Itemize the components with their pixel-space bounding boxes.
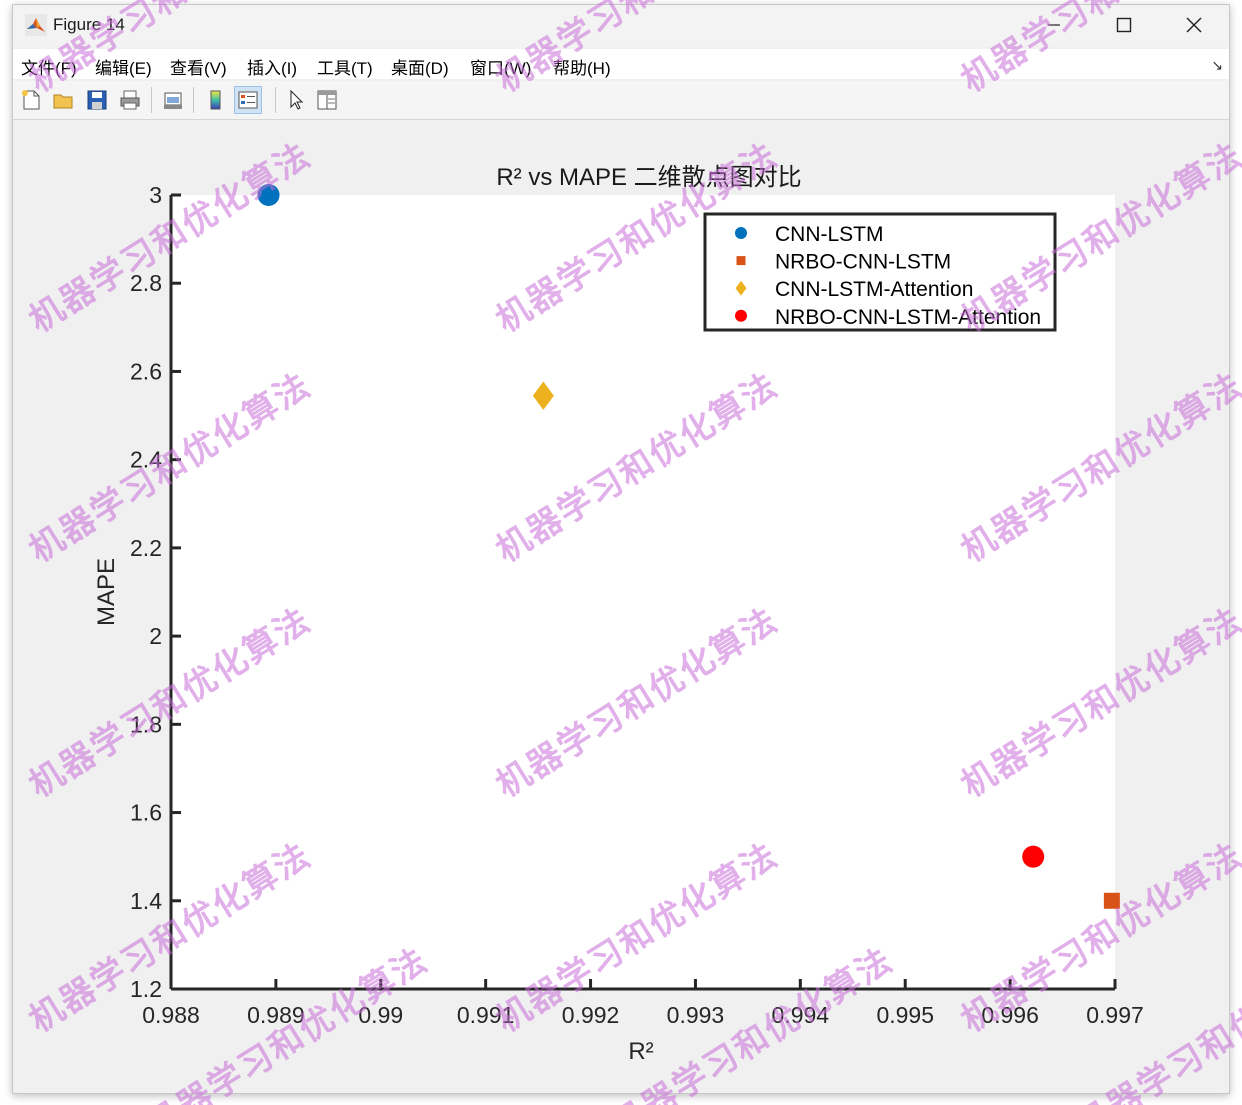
close-button[interactable]: [1159, 5, 1229, 45]
minimize-button[interactable]: [1019, 5, 1089, 45]
print-preview-icon: [164, 92, 182, 109]
x-tick-label: 0.99: [358, 1002, 403, 1028]
new-figure-button[interactable]: [17, 86, 45, 114]
title-bar[interactable]: Figure 14: [13, 5, 1229, 47]
close-icon: [1186, 17, 1202, 33]
maximize-icon: [1116, 17, 1132, 33]
property-editor-icon: [317, 90, 337, 110]
legend-label: CNN-LSTM: [775, 223, 884, 246]
x-axis-label: R²: [628, 1038, 653, 1065]
figure-canvas: R² vs MAPE 二维散点图对比 0.988 0.989 0.99 0.991 0.9…: [13, 120, 1230, 1094]
legend-icon: [238, 91, 258, 109]
x-tick-label: 0.997: [1086, 1002, 1144, 1028]
legend-label: NRBO-CNN-LSTM-Attention: [775, 306, 1041, 329]
save-button[interactable]: [83, 86, 111, 114]
data-point: [257, 184, 280, 206]
y-tick-label: 3: [149, 182, 162, 208]
open-button[interactable]: [49, 86, 77, 114]
pointer-button[interactable]: [281, 86, 309, 114]
legend-button[interactable]: [234, 86, 262, 114]
menu-help[interactable]: 帮助(H): [553, 54, 611, 79]
print-preview-button[interactable]: [159, 86, 187, 114]
menu-overflow-icon[interactable]: ↘: [1211, 57, 1223, 74]
x-tick-label: 0.993: [667, 1002, 725, 1028]
print-icon: [120, 90, 140, 110]
menu-desktop[interactable]: 桌面(D): [391, 54, 449, 79]
toolbar-separator: [275, 87, 276, 113]
data-point: [1022, 845, 1045, 868]
new-figure-icon: [22, 90, 40, 110]
background-desktop: [0, 0, 12, 1105]
y-tick-label: 1.8: [130, 711, 162, 737]
menu-insert[interactable]: 插入(I): [247, 54, 297, 79]
legend-label: NRBO-CNN-LSTM: [775, 251, 951, 274]
figure-window: Figure 14 文件(F) 编辑(E) 查看(V) 插入(I) 工具(T) …: [12, 4, 1230, 1094]
x-tick-label: 0.995: [876, 1002, 934, 1028]
y-axis-label: MAPE: [93, 558, 120, 626]
menu-edit[interactable]: 编辑(E): [95, 54, 152, 79]
data-point: [1103, 892, 1120, 909]
menu-view[interactable]: 查看(V): [170, 54, 227, 79]
legend-marker: [735, 227, 747, 239]
save-icon: [87, 90, 107, 110]
y-tick-label: 2.6: [130, 358, 162, 384]
toolbar-separator: [151, 87, 152, 113]
y-tick-label: 2.4: [130, 447, 162, 473]
matlab-logo-icon: [25, 14, 47, 36]
minimize-icon: [1048, 24, 1060, 26]
pointer-icon: [290, 89, 304, 110]
window-title: Figure 14: [53, 15, 125, 34]
chart-title: R² vs MAPE 二维散点图对比: [496, 164, 801, 191]
menu-file[interactable]: 文件(F): [21, 54, 77, 79]
y-tick-label: 1.4: [130, 888, 162, 914]
x-tick-label: 0.994: [772, 1002, 830, 1028]
y-tick-label: 1.6: [130, 800, 162, 826]
colorbar-button[interactable]: [201, 86, 229, 114]
y-tick-label: 2: [149, 623, 162, 649]
x-tick-label: 0.988: [142, 1002, 200, 1028]
print-button[interactable]: [116, 86, 144, 114]
x-tick-label: 0.996: [981, 1002, 1039, 1028]
legend-label: CNN-LSTM-Attention: [775, 278, 973, 301]
maximize-button[interactable]: [1089, 5, 1159, 45]
x-tick-label: 0.991: [457, 1002, 515, 1028]
legend-marker: [735, 309, 747, 322]
scatter-chart[interactable]: R² vs MAPE 二维散点图对比 0.988 0.989 0.99 0.991 0.9…: [13, 120, 1230, 1094]
y-tick-label: 2.8: [130, 270, 162, 296]
legend-marker: [736, 256, 746, 266]
toolbar-separator: [193, 87, 194, 113]
y-tick-label: 1.2: [130, 976, 162, 1002]
y-tick-label: 2.2: [130, 535, 162, 561]
open-icon: [53, 94, 73, 109]
menu-tools[interactable]: 工具(T): [317, 54, 373, 79]
menu-bar: 文件(F) 编辑(E) 查看(V) 插入(I) 工具(T) 桌面(D) 窗口(W…: [13, 49, 1229, 79]
x-tick-label: 0.989: [247, 1002, 305, 1028]
toolbar: [13, 81, 1229, 120]
colorbar-icon: [210, 90, 221, 110]
property-editor-button[interactable]: [313, 86, 341, 114]
menu-window[interactable]: 窗口(W): [470, 54, 531, 79]
x-tick-label: 0.992: [562, 1002, 620, 1028]
